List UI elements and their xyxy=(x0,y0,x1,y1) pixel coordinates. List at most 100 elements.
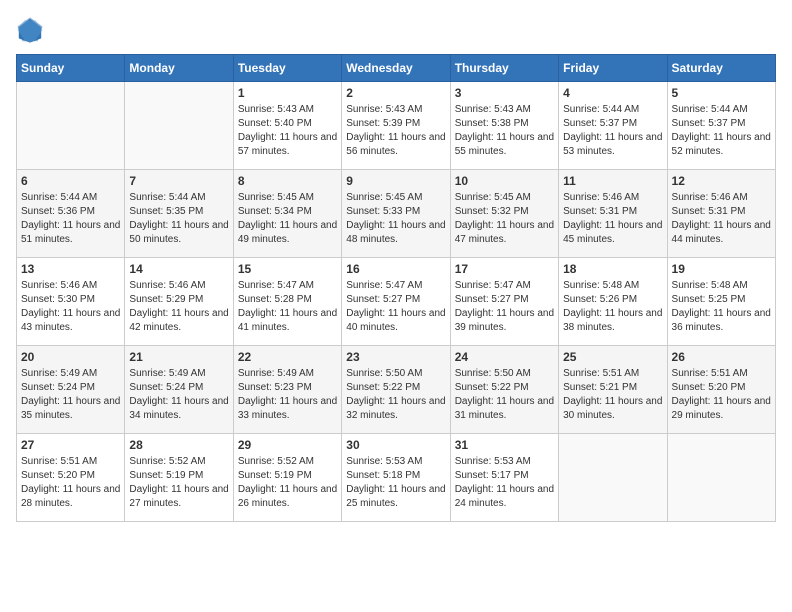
cell-line: Daylight: 11 hours and 35 minutes. xyxy=(21,395,120,423)
day-number: 7 xyxy=(129,174,228,188)
cell-line: Sunset: 5:17 PM xyxy=(455,469,554,483)
cell-line: Sunrise: 5:46 AM xyxy=(672,191,771,205)
cell-line: Sunrise: 5:44 AM xyxy=(129,191,228,205)
calendar-cell: 27Sunrise: 5:51 AMSunset: 5:20 PMDayligh… xyxy=(17,434,125,522)
cell-content: Sunrise: 5:50 AMSunset: 5:22 PMDaylight:… xyxy=(346,367,445,423)
cell-line: Daylight: 11 hours and 47 minutes. xyxy=(455,219,554,247)
cell-line: Sunset: 5:21 PM xyxy=(563,381,662,395)
day-number: 15 xyxy=(238,262,337,276)
day-number: 9 xyxy=(346,174,445,188)
cell-line: Sunrise: 5:52 AM xyxy=(238,455,337,469)
day-number: 24 xyxy=(455,350,554,364)
calendar-cell: 29Sunrise: 5:52 AMSunset: 5:19 PMDayligh… xyxy=(233,434,341,522)
cell-line: Daylight: 11 hours and 44 minutes. xyxy=(672,219,771,247)
cell-line: Sunset: 5:32 PM xyxy=(455,205,554,219)
cell-content: Sunrise: 5:44 AMSunset: 5:36 PMDaylight:… xyxy=(21,191,120,247)
cell-line: Daylight: 11 hours and 34 minutes. xyxy=(129,395,228,423)
day-number: 31 xyxy=(455,438,554,452)
cell-line: Daylight: 11 hours and 49 minutes. xyxy=(238,219,337,247)
calendar-cell: 25Sunrise: 5:51 AMSunset: 5:21 PMDayligh… xyxy=(559,346,667,434)
day-number: 2 xyxy=(346,86,445,100)
cell-line: Daylight: 11 hours and 48 minutes. xyxy=(346,219,445,247)
cell-line: Sunrise: 5:48 AM xyxy=(672,279,771,293)
cell-line: Daylight: 11 hours and 53 minutes. xyxy=(563,131,662,159)
cell-line: Sunrise: 5:43 AM xyxy=(238,103,337,117)
cell-line: Sunset: 5:20 PM xyxy=(21,469,120,483)
cell-line: Sunset: 5:40 PM xyxy=(238,117,337,131)
calendar-cell: 28Sunrise: 5:52 AMSunset: 5:19 PMDayligh… xyxy=(125,434,233,522)
cell-content: Sunrise: 5:49 AMSunset: 5:23 PMDaylight:… xyxy=(238,367,337,423)
cell-content: Sunrise: 5:48 AMSunset: 5:25 PMDaylight:… xyxy=(672,279,771,335)
logo-icon xyxy=(16,16,44,44)
cell-content: Sunrise: 5:43 AMSunset: 5:39 PMDaylight:… xyxy=(346,103,445,159)
cell-line: Sunset: 5:26 PM xyxy=(563,293,662,307)
cell-line: Sunset: 5:31 PM xyxy=(672,205,771,219)
calendar-cell: 9 Sunrise: 5:45 AMSunset: 5:33 PMDaylight… xyxy=(342,170,450,258)
day-number: 22 xyxy=(238,350,337,364)
cell-line: Sunset: 5:20 PM xyxy=(672,381,771,395)
cell-content: Sunrise: 5:45 AMSunset: 5:33 PMDaylight:… xyxy=(346,191,445,247)
cell-content: Sunrise: 5:45 AMSunset: 5:34 PMDaylight:… xyxy=(238,191,337,247)
cell-line: Sunrise: 5:50 AM xyxy=(455,367,554,381)
calendar-cell: 14Sunrise: 5:46 AMSunset: 5:29 PMDayligh… xyxy=(125,258,233,346)
cell-line: Sunset: 5:22 PM xyxy=(346,381,445,395)
calendar-cell: 10Sunrise: 5:45 AMSunset: 5:32 PMDayligh… xyxy=(450,170,558,258)
cell-line: Sunset: 5:27 PM xyxy=(455,293,554,307)
cell-line: Sunrise: 5:49 AM xyxy=(129,367,228,381)
day-number: 5 xyxy=(672,86,771,100)
cell-line: Sunrise: 5:49 AM xyxy=(238,367,337,381)
day-number: 1 xyxy=(238,86,337,100)
cell-line: Sunrise: 5:46 AM xyxy=(563,191,662,205)
calendar-cell: 4Sunrise: 5:44 AMSunset: 5:37 PMDaylight… xyxy=(559,82,667,170)
calendar-cell: 26Sunrise: 5:51 AMSunset: 5:20 PMDayligh… xyxy=(667,346,775,434)
cell-content: Sunrise: 5:44 AMSunset: 5:35 PMDaylight:… xyxy=(129,191,228,247)
calendar-cell: 3Sunrise: 5:43 AMSunset: 5:38 PMDaylight… xyxy=(450,82,558,170)
calendar-body: 1Sunrise: 5:43 AMSunset: 5:40 PMDaylight… xyxy=(17,82,776,522)
cell-content: Sunrise: 5:50 AMSunset: 5:22 PMDaylight:… xyxy=(455,367,554,423)
day-number: 23 xyxy=(346,350,445,364)
calendar-cell: 5 Sunrise: 5:44 AMSunset: 5:37 PMDaylight… xyxy=(667,82,775,170)
cell-content: Sunrise: 5:44 AMSunset: 5:37 PMDaylight:… xyxy=(672,103,771,159)
cell-line: Daylight: 11 hours and 29 minutes. xyxy=(672,395,771,423)
cell-content: Sunrise: 5:48 AMSunset: 5:26 PMDaylight:… xyxy=(563,279,662,335)
cell-content: Sunrise: 5:47 AMSunset: 5:27 PMDaylight:… xyxy=(346,279,445,335)
calendar-cell: 11Sunrise: 5:46 AMSunset: 5:31 PMDayligh… xyxy=(559,170,667,258)
header-row: SundayMondayTuesdayWednesdayThursdayFrid… xyxy=(17,55,776,82)
cell-content: Sunrise: 5:49 AMSunset: 5:24 PMDaylight:… xyxy=(129,367,228,423)
cell-line: Sunrise: 5:53 AM xyxy=(346,455,445,469)
cell-content: Sunrise: 5:52 AMSunset: 5:19 PMDaylight:… xyxy=(238,455,337,511)
cell-content: Sunrise: 5:49 AMSunset: 5:24 PMDaylight:… xyxy=(21,367,120,423)
header-cell-sunday: Sunday xyxy=(17,55,125,82)
calendar-cell xyxy=(17,82,125,170)
calendar-cell: 15Sunrise: 5:47 AMSunset: 5:28 PMDayligh… xyxy=(233,258,341,346)
cell-line: Sunset: 5:37 PM xyxy=(672,117,771,131)
day-number: 27 xyxy=(21,438,120,452)
day-number: 14 xyxy=(129,262,228,276)
cell-line: Sunrise: 5:44 AM xyxy=(672,103,771,117)
cell-line: Sunrise: 5:49 AM xyxy=(21,367,120,381)
calendar-cell: 30Sunrise: 5:53 AMSunset: 5:18 PMDayligh… xyxy=(342,434,450,522)
cell-line: Sunrise: 5:53 AM xyxy=(455,455,554,469)
cell-line: Sunset: 5:37 PM xyxy=(563,117,662,131)
calendar-cell xyxy=(559,434,667,522)
cell-line: Sunset: 5:25 PM xyxy=(672,293,771,307)
day-number: 11 xyxy=(563,174,662,188)
cell-line: Daylight: 11 hours and 45 minutes. xyxy=(563,219,662,247)
logo xyxy=(16,16,48,44)
day-number: 16 xyxy=(346,262,445,276)
cell-line: Sunrise: 5:45 AM xyxy=(346,191,445,205)
cell-line: Sunrise: 5:43 AM xyxy=(346,103,445,117)
cell-content: Sunrise: 5:43 AMSunset: 5:40 PMDaylight:… xyxy=(238,103,337,159)
cell-line: Daylight: 11 hours and 31 minutes. xyxy=(455,395,554,423)
cell-content: Sunrise: 5:46 AMSunset: 5:31 PMDaylight:… xyxy=(672,191,771,247)
cell-content: Sunrise: 5:51 AMSunset: 5:21 PMDaylight:… xyxy=(563,367,662,423)
header-cell-thursday: Thursday xyxy=(450,55,558,82)
day-number: 10 xyxy=(455,174,554,188)
day-number: 28 xyxy=(129,438,228,452)
cell-line: Sunrise: 5:47 AM xyxy=(238,279,337,293)
cell-line: Daylight: 11 hours and 28 minutes. xyxy=(21,483,120,511)
cell-line: Sunset: 5:29 PM xyxy=(129,293,228,307)
cell-line: Daylight: 11 hours and 55 minutes. xyxy=(455,131,554,159)
cell-line: Daylight: 11 hours and 51 minutes. xyxy=(21,219,120,247)
cell-line: Sunset: 5:22 PM xyxy=(455,381,554,395)
